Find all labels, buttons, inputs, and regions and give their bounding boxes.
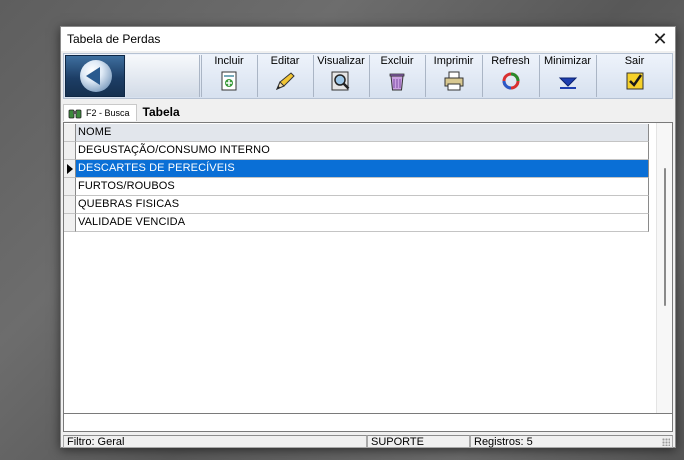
excluir-button[interactable]: Excluir: [369, 55, 424, 97]
excluir-label: Excluir: [380, 55, 414, 67]
grid-header-row: NOME: [64, 124, 649, 142]
incluir-label: Incluir: [214, 55, 244, 67]
row-indicator: [64, 124, 76, 142]
minimizar-button[interactable]: Minimizar: [539, 55, 595, 97]
imprimir-button[interactable]: Imprimir: [425, 55, 481, 97]
refresh-button[interactable]: Refresh: [482, 55, 538, 97]
app-logo: [65, 55, 125, 97]
table-row[interactable]: DEGUSTAÇÃO/CONSUMO INTERNO: [64, 142, 649, 160]
search-tab[interactable]: F2 - Busca: [63, 103, 137, 121]
table-cell[interactable]: FURTOS/ROUBOS: [76, 178, 649, 196]
visualizar-label: Visualizar: [317, 55, 365, 67]
table-row[interactable]: FURTOS/ROUBOS: [64, 178, 649, 196]
pencil-icon: [276, 72, 295, 90]
minimizar-label: Minimizar: [543, 55, 592, 67]
close-icon[interactable]: ✕: [645, 27, 675, 51]
main-window: Tabela de Perdas ✕ Incluir Editar Visual…: [60, 26, 676, 448]
window-title: Tabela de Perdas: [67, 32, 161, 46]
toolbar: Incluir Editar Visualizar Excluir Imprim…: [63, 53, 673, 99]
row-indicator: [64, 178, 76, 196]
resize-grip-icon[interactable]: [662, 438, 670, 446]
title-bar[interactable]: Tabela de Perdas ✕: [61, 27, 675, 51]
row-indicator: [64, 214, 76, 232]
status-user: SUPORTE: [367, 435, 470, 448]
sair-label: Sair: [624, 55, 645, 67]
status-filter: Filtro: Geral: [63, 435, 367, 448]
imprimir-label: Imprimir: [433, 55, 474, 67]
table-row[interactable]: QUEBRAS FISICAS: [64, 196, 649, 214]
incluir-button[interactable]: Incluir: [201, 55, 256, 97]
search-bar: F2 - Busca Tabela: [63, 103, 673, 121]
editar-label: Editar: [270, 55, 300, 67]
printer-icon: [444, 71, 463, 91]
table-cell[interactable]: VALIDADE VENCIDA: [76, 214, 649, 232]
editar-button[interactable]: Editar: [257, 55, 312, 97]
binoculars-icon: [68, 109, 82, 118]
status-records-label: Registros: 5: [474, 436, 533, 448]
table-cell[interactable]: QUEBRAS FISICAS: [76, 196, 649, 214]
row-indicator: [64, 196, 76, 214]
magnifier-icon: [331, 71, 350, 91]
table-cell[interactable]: DEGUSTAÇÃO/CONSUMO INTERNO: [76, 142, 649, 160]
table-row[interactable]: VALIDADE VENCIDA: [64, 214, 649, 232]
checkmark-icon: [626, 72, 643, 90]
minimize-arrow-icon: [558, 77, 577, 89]
row-indicator: [64, 142, 76, 160]
refresh-label: Refresh: [491, 55, 530, 67]
refresh-icon: [502, 72, 519, 90]
trash-icon: [389, 73, 405, 91]
section-title: Tabela: [142, 105, 180, 119]
vertical-scrollbar[interactable]: [656, 123, 672, 414]
logo-panel: [126, 55, 200, 97]
table-row-selected[interactable]: DESCARTES DE PERECÍVEIS: [64, 160, 649, 178]
back-arrow-icon: [86, 67, 100, 85]
status-bar: Filtro: Geral SUPORTE Registros: 5: [63, 435, 673, 448]
data-grid: NOME DEGUSTAÇÃO/CONSUMO INTERNO DESCARTE…: [63, 122, 673, 432]
search-label: F2 - Busca: [86, 107, 130, 118]
visualizar-button[interactable]: Visualizar: [313, 55, 368, 97]
column-header-nome[interactable]: NOME: [76, 124, 649, 142]
sair-button[interactable]: Sair: [596, 55, 672, 97]
add-document-icon: [221, 71, 237, 91]
grid-footer: [64, 413, 672, 431]
row-pointer-icon: [64, 160, 76, 178]
status-records: Registros: 5: [470, 435, 673, 448]
scrollbar-thumb[interactable]: [664, 168, 666, 306]
table-cell[interactable]: DESCARTES DE PERECÍVEIS: [76, 160, 649, 178]
